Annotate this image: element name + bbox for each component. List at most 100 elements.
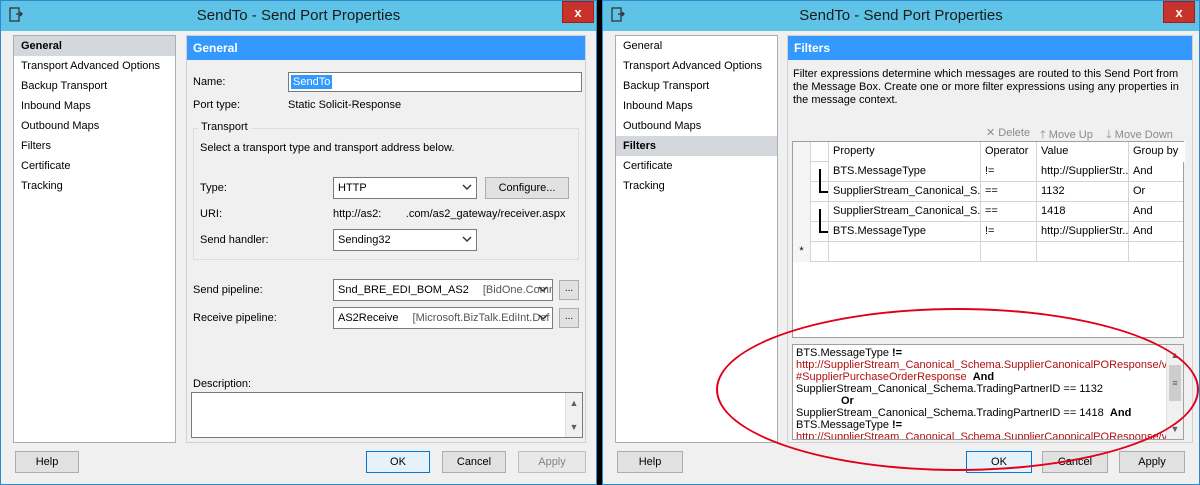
close-button[interactable]: x <box>1163 1 1195 23</box>
new-row-marker: * <box>793 242 811 262</box>
nav-item-inbound-maps[interactable]: Inbound Maps <box>616 96 777 116</box>
property-cell[interactable]: SupplierStream_Canonical_S... <box>829 182 981 202</box>
operator-cell[interactable]: == <box>981 202 1037 222</box>
row-header[interactable] <box>793 162 811 182</box>
expression-line-4: SupplierStream_Canonical_Schema.TradingP… <box>796 383 1103 395</box>
send-handler-label: Send handler: <box>200 234 269 246</box>
scroll-down-icon[interactable]: ▼ <box>1167 421 1183 437</box>
help-button[interactable]: Help <box>617 451 683 473</box>
nav-item-general[interactable]: General <box>616 36 777 56</box>
column-header-operator[interactable]: Operator <box>981 142 1037 162</box>
row-header[interactable] <box>793 182 811 202</box>
type-select[interactable]: HTTP <box>333 177 477 199</box>
nav-item-transport-advanced-options[interactable]: Transport Advanced Options <box>616 56 777 76</box>
operator-cell[interactable] <box>981 242 1037 262</box>
nav-item-backup-transport[interactable]: Backup Transport <box>14 76 175 96</box>
cancel-button[interactable]: Cancel <box>1042 451 1108 473</box>
property-cell[interactable]: BTS.MessageType <box>829 162 981 182</box>
nav-item-inbound-maps[interactable]: Inbound Maps <box>14 96 175 116</box>
send-port-properties-window-filters: SendTo - Send Port Properties x General … <box>602 0 1200 485</box>
property-nav: General Transport Advanced Options Backu… <box>615 35 778 443</box>
group-by-cell[interactable]: And <box>1129 162 1185 182</box>
apply-button[interactable]: Apply <box>518 451 586 473</box>
group-by-cell[interactable]: And <box>1129 222 1185 242</box>
nav-item-backup-transport[interactable]: Backup Transport <box>616 76 777 96</box>
configure-button[interactable]: Configure... <box>485 177 569 199</box>
property-cell[interactable] <box>829 242 981 262</box>
nav-item-tracking[interactable]: Tracking <box>14 176 175 196</box>
expression-scrollbar[interactable]: ▲ ≡ ▼ <box>1166 345 1183 439</box>
delete-icon: ✕ <box>986 127 996 139</box>
column-header-group-by[interactable]: Group by <box>1129 142 1185 162</box>
scroll-up-icon[interactable]: ▲ <box>1167 347 1183 363</box>
receive-pipeline-select[interactable]: AS2Receive [Microsoft.BizTalk.EdiInt.Def <box>333 307 553 329</box>
nav-item-general[interactable]: General <box>14 36 175 56</box>
table-row[interactable]: BTS.MessageType != http://SupplierStr...… <box>793 222 1183 242</box>
table-row[interactable]: SupplierStream_Canonical_S... == 1418 An… <box>793 202 1183 222</box>
nav-item-outbound-maps[interactable]: Outbound Maps <box>14 116 175 136</box>
value-cell[interactable] <box>1037 242 1129 262</box>
operator-cell[interactable]: != <box>981 222 1037 242</box>
send-pipeline-select[interactable]: Snd_BRE_EDI_BOM_AS2 [BidOne.Comn <box>333 279 553 301</box>
value-cell[interactable]: 1418 <box>1037 202 1129 222</box>
panel-title: Filters <box>788 36 1192 60</box>
type-value: HTTP <box>338 182 367 194</box>
nav-item-outbound-maps[interactable]: Outbound Maps <box>616 116 777 136</box>
port-type-label: Port type: <box>193 99 241 111</box>
scroll-up-icon[interactable]: ▲ <box>566 395 582 411</box>
table-row[interactable]: BTS.MessageType != http://SupplierStr...… <box>793 162 1183 182</box>
receive-pipeline-browse-button[interactable]: ... <box>559 308 579 328</box>
value-cell[interactable]: 1132 <box>1037 182 1129 202</box>
nav-item-certificate[interactable]: Certificate <box>14 156 175 176</box>
title-bar[interactable]: SendTo - Send Port Properties x <box>603 1 1199 31</box>
description-scrollbar[interactable]: ▲ ▼ <box>565 393 582 437</box>
window-title: SendTo - Send Port Properties <box>196 7 401 24</box>
group-by-cell[interactable]: Or <box>1129 182 1185 202</box>
column-header-property[interactable]: Property <box>829 142 981 162</box>
nav-item-transport-advanced-options[interactable]: Transport Advanced Options <box>14 56 175 76</box>
group-by-cell[interactable] <box>1129 242 1185 262</box>
close-button[interactable]: x <box>562 1 594 23</box>
send-handler-select[interactable]: Sending32 <box>333 229 477 251</box>
send-pipeline-browse-button[interactable]: ... <box>559 280 579 300</box>
filter-expression-preview: BTS.MessageType != http://SupplierStream… <box>792 344 1184 440</box>
cancel-button[interactable]: Cancel <box>442 451 506 473</box>
ok-button[interactable]: OK <box>366 451 430 473</box>
property-cell[interactable]: SupplierStream_Canonical_S... <box>829 202 981 222</box>
transport-group-title: Transport <box>198 121 251 133</box>
name-input[interactable]: SendTo <box>288 72 582 92</box>
filter-grid[interactable]: Property Operator Value Group by BTS.Mes… <box>792 141 1185 338</box>
table-row[interactable]: SupplierStream_Canonical_S... == 1132 Or <box>793 182 1183 202</box>
description-textarea[interactable]: ▲ ▼ <box>191 392 583 438</box>
scroll-thumb[interactable]: ≡ <box>1169 365 1181 401</box>
scroll-down-icon[interactable]: ▼ <box>566 419 582 435</box>
operator-cell[interactable]: != <box>981 162 1037 182</box>
nav-item-certificate[interactable]: Certificate <box>616 156 777 176</box>
nav-item-filters[interactable]: Filters <box>616 136 777 156</box>
column-header-value[interactable]: Value <box>1037 142 1129 162</box>
nav-item-filters[interactable]: Filters <box>14 136 175 156</box>
row-header[interactable] <box>793 202 811 222</box>
title-bar[interactable]: SendTo - Send Port Properties x <box>1 1 596 31</box>
nav-item-tracking[interactable]: Tracking <box>616 176 777 196</box>
ok-button[interactable]: OK <box>966 451 1032 473</box>
delete-button[interactable]: ✕ Delete <box>986 126 1030 139</box>
description-label: Description: <box>193 378 252 390</box>
property-cell[interactable]: BTS.MessageType <box>829 222 981 242</box>
row-header[interactable] <box>793 222 811 242</box>
expression-line-1: BTS.MessageType != <box>796 347 903 359</box>
move-down-label: Move Down <box>1114 129 1173 141</box>
operator-cell[interactable]: == <box>981 182 1037 202</box>
receive-pipeline-label: Receive pipeline: <box>193 312 277 324</box>
apply-button[interactable]: Apply <box>1119 451 1185 473</box>
new-row[interactable]: * <box>793 242 1183 262</box>
value-cell[interactable]: http://SupplierStr... <box>1037 222 1129 242</box>
send-handler-value: Sending32 <box>338 234 391 246</box>
value-cell[interactable]: http://SupplierStr... <box>1037 162 1129 182</box>
group-by-cell[interactable]: And <box>1129 202 1185 222</box>
chevron-down-icon <box>462 184 472 190</box>
filters-panel: Filters Filter expressions determine whi… <box>787 35 1193 443</box>
help-button[interactable]: Help <box>15 451 79 473</box>
delete-label: Delete <box>998 127 1031 139</box>
move-up-label: Move Up <box>1048 129 1093 141</box>
